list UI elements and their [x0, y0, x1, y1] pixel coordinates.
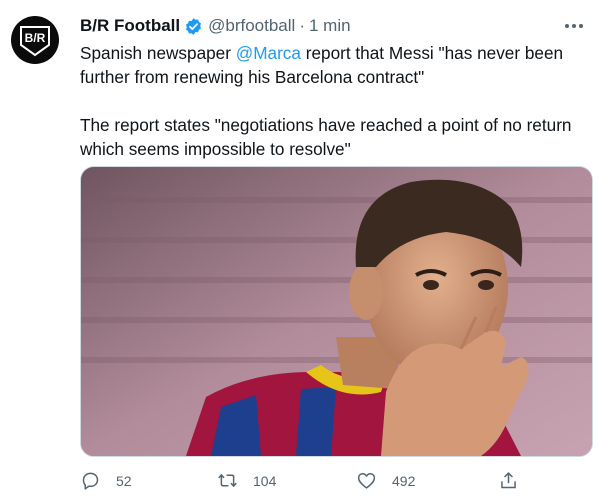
mention-link[interactable]: @Marca [236, 43, 301, 63]
tweet-header: B/R Football @brfootball · 1 min [80, 15, 351, 37]
player-photo-image [81, 167, 592, 456]
tweet-card[interactable]: B/R B/R Football @brfootball · 1 min Spa… [0, 0, 599, 499]
share-button[interactable] [498, 470, 519, 491]
avatar-logo-text: B/R [25, 31, 46, 45]
retweet-icon [218, 474, 237, 487]
tweet-photo[interactable] [80, 166, 593, 457]
reply-count: 52 [116, 472, 132, 489]
like-count: 492 [392, 472, 416, 489]
tweet-paragraph-2: The report states "negotiations have rea… [80, 115, 572, 159]
verified-badge-icon [186, 17, 202, 35]
handle[interactable]: @brfootball [208, 16, 295, 36]
avatar[interactable]: B/R [11, 16, 59, 64]
tweet-text-prefix: Spanish newspaper [80, 43, 236, 63]
like-button[interactable]: 492 [356, 470, 415, 491]
reply-button[interactable]: 52 [80, 470, 132, 491]
tweet-text: Spanish newspaper @Marca report that Mes… [80, 41, 585, 161]
tweet-actions: 52 104 492 [80, 470, 540, 492]
share-icon [501, 472, 516, 489]
retweet-count: 104 [253, 472, 277, 489]
retweet-button[interactable]: 104 [217, 470, 276, 491]
tweet-paragraph-1: Spanish newspaper @Marca report that Mes… [80, 41, 585, 89]
timestamp[interactable]: 1 min [309, 16, 351, 36]
display-name[interactable]: B/R Football [80, 16, 180, 36]
reply-icon [82, 472, 99, 490]
br-logo-icon: B/R [20, 26, 50, 57]
separator-dot: · [299, 16, 305, 35]
heart-icon [357, 473, 376, 489]
more-options-icon[interactable] [563, 18, 585, 34]
